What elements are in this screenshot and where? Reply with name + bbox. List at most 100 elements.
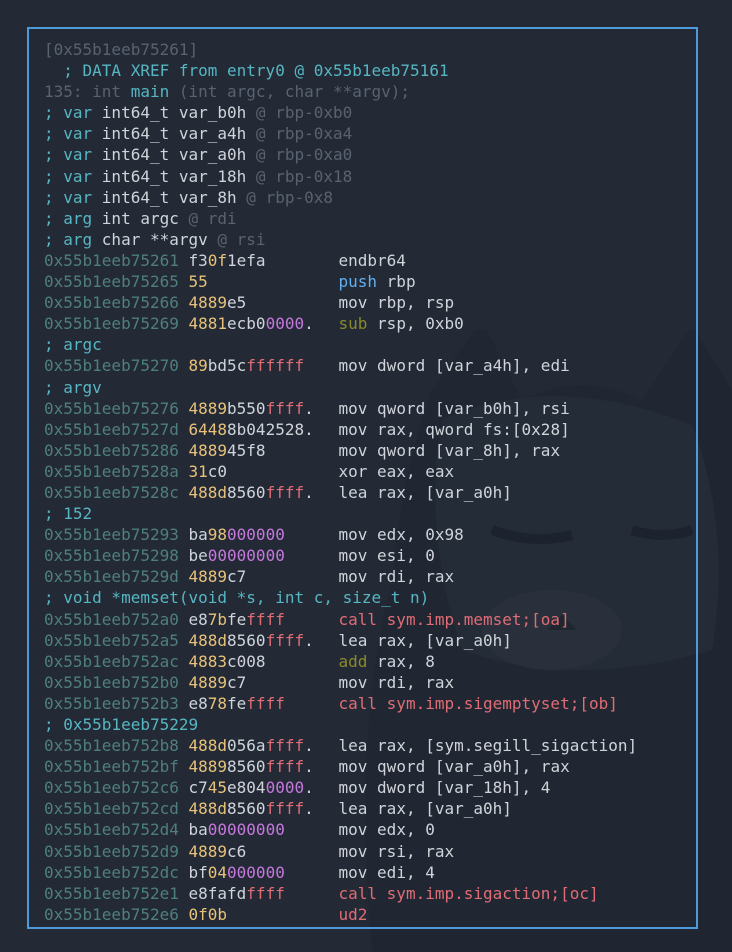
instruction-bytes: 89bd5cffffff: [188, 356, 305, 376]
instruction-bytes: 488d056affff.: [188, 736, 314, 756]
instruction-address[interactable]: 0x55b1eeb752e1: [44, 884, 189, 903]
instruction-address[interactable]: 0x55b1eeb752ac: [44, 652, 189, 671]
instruction-operands: rax, [var_a0h]: [377, 630, 512, 650]
instruction-address[interactable]: 0x55b1eeb752b3: [44, 694, 189, 713]
instruction-address[interactable]: 0x55b1eeb7529d: [44, 567, 189, 586]
instruction-row[interactable]: 0x55b1eeb752cd 488d8560ffff. lea rax, [va…: [44, 798, 696, 819]
instruction-address[interactable]: 0x55b1eeb752a0: [44, 610, 189, 629]
function-address-header: [0x55b1eeb75261]: [44, 39, 696, 60]
instruction-row[interactable]: 0x55b1eeb752b3 e878feffff call sym.imp.si…: [44, 693, 696, 714]
instruction-address[interactable]: 0x55b1eeb75266: [44, 293, 189, 312]
instruction-address[interactable]: 0x55b1eeb752dc: [44, 863, 189, 882]
instruction-bytes: c745e8040000.: [188, 778, 314, 798]
function-address: [0x55b1eeb75261]: [44, 40, 199, 59]
var-location: @ rbp-0x18: [255, 166, 353, 186]
instruction-address[interactable]: 0x55b1eeb752b8: [44, 736, 189, 755]
var-declaration: ; var int64_t var_a0h @ rbp-0xa0: [44, 144, 696, 165]
instruction-mnemonic: push: [338, 272, 378, 292]
instruction-row[interactable]: 0x55b1eeb75266 4889e5 mov rbp, rsp: [44, 292, 696, 313]
instruction-address[interactable]: 0x55b1eeb7528a: [44, 462, 189, 481]
instruction-bytes: 4889c7: [188, 567, 247, 587]
instruction-address[interactable]: 0x55b1eeb7528c: [44, 483, 189, 502]
instruction-bytes: 4889b550ffff.: [188, 398, 314, 418]
instruction-bytes: 488d8560ffff.: [188, 482, 314, 502]
instruction-operands: rax, [var_a0h]: [377, 482, 512, 502]
var-keyword: ; arg: [44, 208, 102, 228]
instruction-row[interactable]: 0x55b1eeb75261 f30f1efa endbr64: [44, 250, 696, 271]
instruction-row[interactable]: 0x55b1eeb75286 488945f8 mov qword [var_8h…: [44, 440, 696, 461]
instruction-row[interactable]: 0x55b1eeb752a0 e87bfeffff call sym.imp.me…: [44, 609, 696, 630]
instruction-address[interactable]: 0x55b1eeb752c6: [44, 778, 189, 797]
instruction-address[interactable]: 0x55b1eeb752d9: [44, 842, 189, 861]
instruction-mnemonic: mov: [338, 672, 368, 692]
instruction-address[interactable]: 0x55b1eeb752bf: [44, 757, 189, 776]
instruction-address[interactable]: 0x55b1eeb75269: [44, 314, 189, 333]
instruction-bytes: 488945f8: [188, 440, 266, 460]
instruction-operands: rax, [sym.segill_sigaction]: [377, 736, 638, 756]
instruction-row[interactable]: 0x55b1eeb7528a 31c0 xor eax, eax: [44, 461, 696, 482]
instruction-address[interactable]: 0x55b1eeb752cd: [44, 799, 189, 818]
instruction-row[interactable]: 0x55b1eeb752ac 4883c008 add rax, 8: [44, 651, 696, 672]
instruction-address[interactable]: 0x55b1eeb75270: [44, 356, 189, 375]
var-declaration: ; var int64_t var_b0h @ rbp-0xb0: [44, 102, 696, 123]
instruction-mnemonic: mov: [338, 546, 368, 566]
instruction-address[interactable]: 0x55b1eeb75265: [44, 272, 189, 291]
instruction-row[interactable]: 0x55b1eeb752b8 488d056affff. lea rax, [sy…: [44, 735, 696, 756]
instruction-address[interactable]: 0x55b1eeb752e6: [44, 905, 189, 924]
instruction-row[interactable]: 0x55b1eeb75276 4889b550ffff. mov qword [v…: [44, 398, 696, 419]
instruction-mnemonic: call: [338, 883, 378, 903]
var-keyword: ; var: [44, 145, 102, 165]
instruction-address[interactable]: 0x55b1eeb7527d: [44, 420, 189, 439]
disassembly-panel: [0x55b1eeb75261] ; DATA XREF from entry0…: [27, 27, 698, 929]
instruction-mnemonic: mov: [338, 398, 368, 418]
instruction-bytes: 55: [188, 272, 208, 292]
instruction-row[interactable]: 0x55b1eeb752bf 48898560ffff. mov qword [v…: [44, 756, 696, 777]
instruction-operands: rdi, rax: [377, 567, 455, 587]
instruction-mnemonic: lea: [338, 482, 368, 502]
instruction-row[interactable]: 0x55b1eeb752d4 ba00000000 mov edx, 0: [44, 819, 696, 840]
instruction-row[interactable]: 0x55b1eeb752dc bf04000000 mov edi, 4: [44, 862, 696, 883]
var-location: @ rdi: [188, 208, 237, 228]
instruction-bytes: bf04000000: [188, 862, 285, 882]
var-location: @ rsi: [217, 229, 266, 249]
instruction-row[interactable]: 0x55b1eeb752c6 c745e8040000. mov dword [v…: [44, 777, 696, 798]
instruction-operands: rax, [var_a0h]: [377, 799, 512, 819]
instruction-mnemonic: mov: [338, 778, 368, 798]
function-name[interactable]: main: [131, 82, 170, 101]
instruction-row[interactable]: 0x55b1eeb752d9 4889c6 mov rsi, rax: [44, 841, 696, 862]
instruction-operands: sym.imp.sigaction;[oc]: [386, 883, 599, 903]
instruction-row[interactable]: 0x55b1eeb752b0 4889c7 mov rdi, rax: [44, 672, 696, 693]
instruction-row[interactable]: 0x55b1eeb75270 89bd5cffffff mov dword [va…: [44, 355, 696, 376]
instruction-row[interactable]: 0x55b1eeb75265 55 push rbp: [44, 271, 696, 292]
instruction-address[interactable]: 0x55b1eeb75261: [44, 251, 189, 270]
instruction-mnemonic: endbr64: [338, 250, 406, 270]
instruction-address[interactable]: 0x55b1eeb75276: [44, 399, 189, 418]
instruction-operands: qword [var_b0h], rsi: [377, 398, 570, 418]
comment-text: ; 0x55b1eeb75229: [44, 715, 199, 734]
instruction-row[interactable]: 0x55b1eeb75298 be00000000 mov esi, 0: [44, 545, 696, 566]
instruction-row[interactable]: 0x55b1eeb75269 4881ecb00000. sub rsp, 0xb…: [44, 313, 696, 334]
instruction-row[interactable]: 0x55b1eeb752a5 488d8560ffff. lea rax, [va…: [44, 630, 696, 651]
instruction-mnemonic: mov: [338, 757, 368, 777]
instruction-address[interactable]: 0x55b1eeb75298: [44, 546, 189, 565]
instruction-address[interactable]: 0x55b1eeb75286: [44, 441, 189, 460]
instruction-operands: edx, 0: [377, 820, 435, 840]
instruction-address[interactable]: 0x55b1eeb752b0: [44, 673, 189, 692]
instruction-row[interactable]: 0x55b1eeb752e1 e8fafdffff call sym.imp.si…: [44, 883, 696, 904]
instruction-row[interactable]: 0x55b1eeb75293 ba98000000 mov edx, 0x98: [44, 524, 696, 545]
function-signature: 135: int main (int argc, char **argv);: [44, 82, 411, 102]
instruction-mnemonic: mov: [338, 293, 368, 313]
instruction-mnemonic: mov: [338, 525, 368, 545]
instruction-address[interactable]: 0x55b1eeb752a5: [44, 631, 189, 650]
instruction-address[interactable]: 0x55b1eeb752d4: [44, 820, 189, 839]
instruction-row[interactable]: 0x55b1eeb752e6 0f0b ud2: [44, 904, 696, 925]
xref-comment: ; DATA XREF from entry0 @ 0x55b1eeb75161: [44, 61, 449, 81]
var-location: @ rbp-0x8: [246, 187, 333, 207]
instruction-row[interactable]: 0x55b1eeb7529d 4889c7 mov rdi, rax: [44, 566, 696, 587]
instruction-row[interactable]: 0x55b1eeb7527d 64488b042528. mov rax, qwo…: [44, 419, 696, 440]
var-keyword: ; var: [44, 166, 102, 186]
var-type-name: int64_t var_a4h: [101, 124, 256, 144]
instruction-bytes: be00000000: [188, 546, 285, 566]
instruction-address[interactable]: 0x55b1eeb75293: [44, 525, 189, 544]
instruction-row[interactable]: 0x55b1eeb7528c 488d8560ffff. lea rax, [va…: [44, 482, 696, 503]
